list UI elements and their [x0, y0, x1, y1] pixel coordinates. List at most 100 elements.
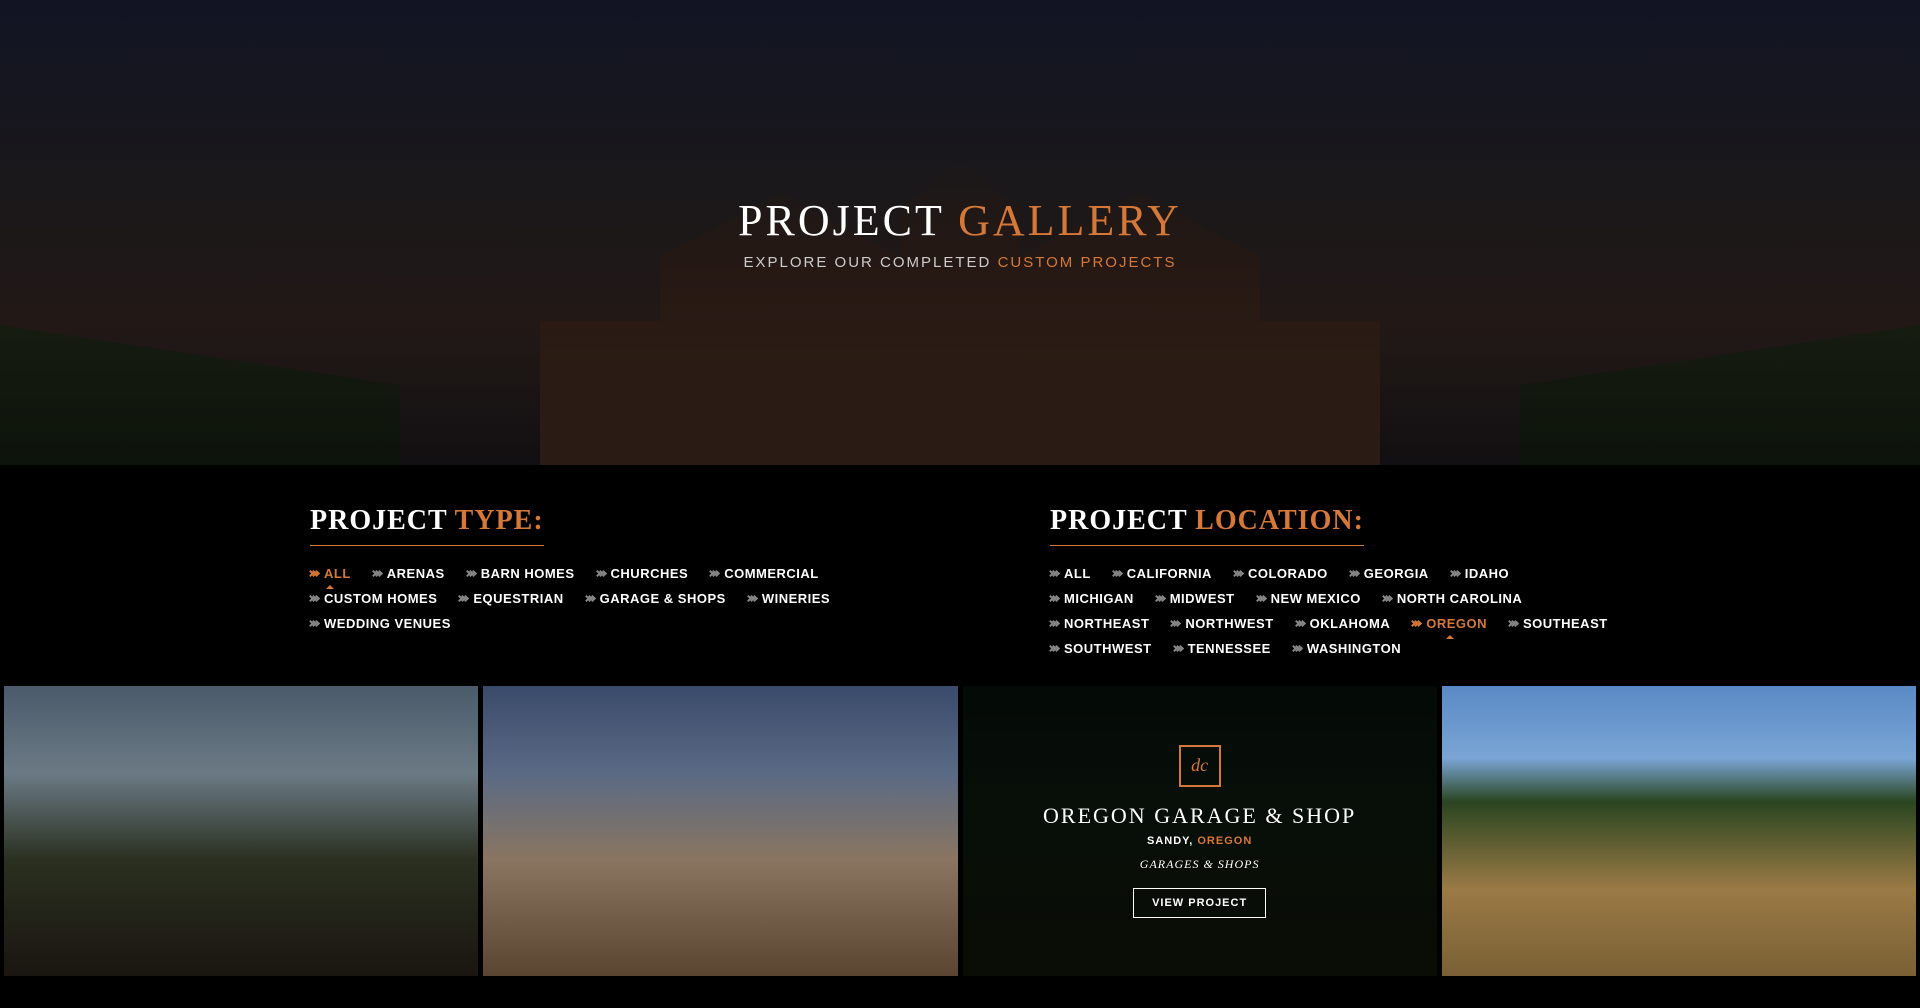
- page-subtitle-plain: EXPLORE OUR COMPLETED: [744, 254, 998, 271]
- triple-chevron-icon: [586, 596, 595, 601]
- filter-item-northwest[interactable]: NORTHWEST: [1171, 616, 1273, 631]
- filter-item-commercial[interactable]: COMMERCIAL: [710, 566, 819, 581]
- triple-chevron-icon: [373, 571, 382, 576]
- triple-chevron-icon: [1050, 621, 1059, 626]
- filter-item-all[interactable]: ALL: [310, 566, 351, 581]
- triple-chevron-icon: [1350, 571, 1359, 576]
- filter-item-tennessee[interactable]: TENNESSEE: [1174, 641, 1271, 656]
- filter-item-label: GARAGE & SHOPS: [600, 591, 726, 606]
- filter-item-label: NORTH CAROLINA: [1397, 591, 1522, 606]
- filter-item-label: CHURCHES: [611, 566, 689, 581]
- project-title: OREGON GARAGE & SHOP: [1043, 803, 1356, 829]
- triple-chevron-icon: [1050, 596, 1059, 601]
- project-card[interactable]: [4, 686, 478, 976]
- triple-chevron-icon: [1113, 571, 1122, 576]
- filter-item-southwest[interactable]: SOUTHWEST: [1050, 641, 1152, 656]
- filter-item-label: IDAHO: [1465, 566, 1509, 581]
- triple-chevron-icon: [1050, 646, 1059, 651]
- page-subtitle: EXPLORE OUR COMPLETED CUSTOM PROJECTS: [744, 254, 1177, 271]
- page-title-plain: PROJECT: [738, 196, 958, 245]
- filter-item-colorado[interactable]: COLORADO: [1234, 566, 1328, 581]
- triple-chevron-icon: [467, 571, 476, 576]
- filter-item-georgia[interactable]: GEORGIA: [1350, 566, 1429, 581]
- filter-type-header: PROJECT TYPE:: [310, 505, 544, 546]
- project-state: OREGON: [1197, 835, 1252, 847]
- triple-chevron-icon: [1156, 596, 1165, 601]
- hero-decor: [0, 265, 400, 465]
- triple-chevron-icon: [310, 571, 319, 576]
- filter-location-header: PROJECT LOCATION:: [1050, 505, 1364, 546]
- filter-item-label: BARN HOMES: [481, 566, 575, 581]
- filter-item-label: NORTHWEST: [1185, 616, 1273, 631]
- hero-decor: [360, 145, 1560, 465]
- filter-item-label: TENNESSEE: [1188, 641, 1271, 656]
- project-image: [1442, 686, 1916, 976]
- filter-group-type: PROJECT TYPE: ALL ARENAS BARN HOMES CHURCHE…: [310, 505, 870, 656]
- filter-item-michigan[interactable]: MICHIGAN: [1050, 591, 1134, 606]
- filter-item-equestrian[interactable]: EQUESTRIAN: [459, 591, 563, 606]
- triple-chevron-icon: [1293, 646, 1302, 651]
- filter-location-header-plain: PROJECT: [1050, 505, 1195, 536]
- filter-item-barn-homes[interactable]: BARN HOMES: [467, 566, 575, 581]
- project-image: [4, 686, 478, 976]
- hero-decor: [1520, 265, 1920, 465]
- triple-chevron-icon: [710, 571, 719, 576]
- filter-item-southeast[interactable]: SOUTHEAST: [1509, 616, 1608, 631]
- filter-item-label: CUSTOM HOMES: [324, 591, 437, 606]
- project-card[interactable]: [1442, 686, 1916, 976]
- filter-item-wineries[interactable]: WINERIES: [748, 591, 830, 606]
- filter-location-header-accent: LOCATION:: [1195, 505, 1364, 536]
- filter-item-all[interactable]: ALL: [1050, 566, 1091, 581]
- project-card[interactable]: [483, 686, 957, 976]
- filter-type-header-plain: PROJECT: [310, 505, 455, 536]
- hero-banner: PROJECT GALLERY EXPLORE OUR COMPLETED CU…: [0, 0, 1920, 465]
- triple-chevron-icon: [1509, 621, 1518, 626]
- filter-item-label: SOUTHWEST: [1064, 641, 1152, 656]
- filter-item-label: CALIFORNIA: [1127, 566, 1212, 581]
- filter-item-label: OKLAHOMA: [1310, 616, 1391, 631]
- filter-item-label: ALL: [324, 566, 351, 581]
- filter-item-custom-homes[interactable]: CUSTOM HOMES: [310, 591, 437, 606]
- project-card-hovered[interactable]: dc OREGON GARAGE & SHOP SANDY, OREGON GA…: [963, 686, 1437, 976]
- page-title: PROJECT GALLERY: [738, 195, 1182, 246]
- triple-chevron-icon: [1257, 596, 1266, 601]
- triple-chevron-icon: [1296, 621, 1305, 626]
- filter-item-midwest[interactable]: MIDWEST: [1156, 591, 1235, 606]
- filter-type-items: ALL ARENAS BARN HOMES CHURCHES COMMERCIAL CUS…: [310, 566, 870, 631]
- project-location: SANDY, OREGON: [1147, 835, 1252, 847]
- filter-item-label: SOUTHEAST: [1523, 616, 1608, 631]
- filter-item-label: WASHINGTON: [1307, 641, 1401, 656]
- brand-logo-icon: dc: [1179, 745, 1221, 787]
- filter-item-california[interactable]: CALIFORNIA: [1113, 566, 1212, 581]
- filter-item-label: WEDDING VENUES: [324, 616, 451, 631]
- filter-item-label: MIDWEST: [1170, 591, 1235, 606]
- filter-item-north-carolina[interactable]: NORTH CAROLINA: [1383, 591, 1522, 606]
- filter-item-label: MICHIGAN: [1064, 591, 1134, 606]
- filter-item-northeast[interactable]: NORTHEAST: [1050, 616, 1149, 631]
- filter-item-idaho[interactable]: IDAHO: [1451, 566, 1509, 581]
- filter-item-label: COMMERCIAL: [724, 566, 819, 581]
- filter-type-header-accent: TYPE:: [455, 505, 544, 536]
- project-category: GARAGES & SHOPS: [1140, 857, 1260, 872]
- triple-chevron-icon: [1171, 621, 1180, 626]
- filter-item-arenas[interactable]: ARENAS: [373, 566, 445, 581]
- triple-chevron-icon: [310, 596, 319, 601]
- page-subtitle-accent: CUSTOM PROJECTS: [998, 254, 1177, 271]
- triple-chevron-icon: [597, 571, 606, 576]
- triple-chevron-icon: [1050, 571, 1059, 576]
- filter-item-oklahoma[interactable]: OKLAHOMA: [1296, 616, 1391, 631]
- filter-item-wedding-venues[interactable]: WEDDING VENUES: [310, 616, 451, 631]
- filter-item-churches[interactable]: CHURCHES: [597, 566, 689, 581]
- filter-item-label: COLORADO: [1248, 566, 1328, 581]
- filter-item-label: WINERIES: [762, 591, 830, 606]
- triple-chevron-icon: [748, 596, 757, 601]
- triple-chevron-icon: [1174, 646, 1183, 651]
- filter-item-washington[interactable]: WASHINGTON: [1293, 641, 1401, 656]
- filter-item-new-mexico[interactable]: NEW MEXICO: [1257, 591, 1361, 606]
- filter-item-garage-shops[interactable]: GARAGE & SHOPS: [586, 591, 726, 606]
- page-title-accent: GALLERY: [958, 196, 1182, 245]
- triple-chevron-icon: [1234, 571, 1243, 576]
- filter-item-oregon[interactable]: OREGON: [1412, 616, 1487, 631]
- view-project-button[interactable]: VIEW PROJECT: [1133, 888, 1266, 918]
- filter-bar: PROJECT TYPE: ALL ARENAS BARN HOMES CHURCHE…: [0, 465, 1920, 686]
